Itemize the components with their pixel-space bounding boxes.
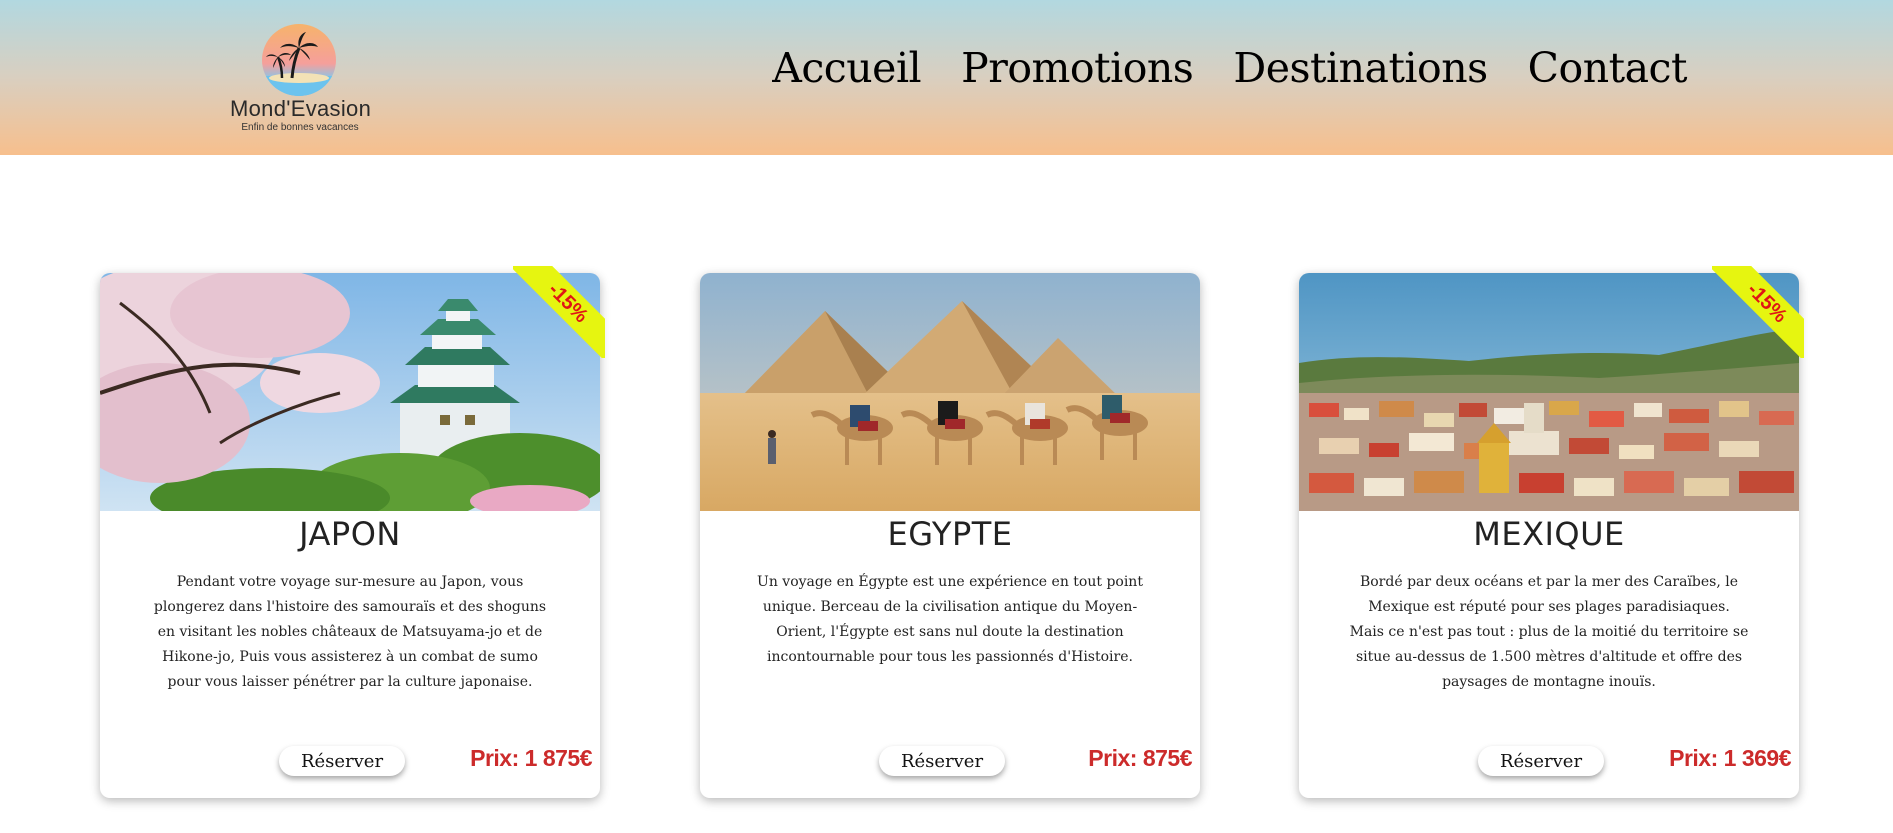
card-title: JAPON bbox=[299, 515, 401, 553]
logo-name: Mond'Evasion bbox=[230, 96, 372, 121]
discount-badge: -15% bbox=[513, 266, 605, 358]
card-price: Prix: 1 875€ bbox=[470, 745, 592, 771]
card-description: Un voyage en Égypte est une expérience e… bbox=[757, 574, 1143, 665]
destination-card-japon: -15% JAPON Pendant votre voyage sur-mesu… bbox=[100, 266, 605, 798]
nav-promotions[interactable]: Promotions bbox=[961, 44, 1194, 92]
card-price: Prix: 875€ bbox=[1088, 745, 1192, 771]
destination-card-mexique: -15% MEXIQUE Bordé par deux océans et pa… bbox=[1299, 266, 1804, 798]
card-description: Pendant votre voyage sur-mesure au Japon… bbox=[153, 574, 547, 690]
discount-ribbon: -15% bbox=[1712, 266, 1804, 358]
reserve-button[interactable]: Réserver bbox=[1478, 746, 1604, 776]
nav-destinations[interactable]: Destinations bbox=[1233, 44, 1488, 92]
egypt-pyramids-photo bbox=[700, 273, 1200, 511]
card-title: MEXIQUE bbox=[1473, 515, 1625, 553]
site-header: Mond'Evasion Enfin de bonnes vacances Ac… bbox=[0, 0, 1893, 155]
card-description: Bordé par deux océans et par la mer des … bbox=[1349, 574, 1749, 690]
logo[interactable]: Mond'Evasion Enfin de bonnes vacances bbox=[230, 22, 372, 137]
discount-badge: -15% bbox=[1712, 266, 1804, 358]
logo-tagline: Enfin de bonnes vacances bbox=[241, 122, 359, 133]
discount-ribbon: -15% bbox=[513, 266, 605, 358]
card-title: EGYPTE bbox=[887, 515, 1013, 553]
palm-tree-icon bbox=[262, 24, 336, 96]
reserve-button[interactable]: Réserver bbox=[879, 746, 1005, 776]
card-price: Prix: 1 369€ bbox=[1669, 745, 1791, 771]
nav-contact[interactable]: Contact bbox=[1528, 44, 1688, 92]
reserve-button[interactable]: Réserver bbox=[279, 746, 405, 776]
nav-accueil[interactable]: Accueil bbox=[772, 44, 921, 92]
main-nav: Accueil Promotions Destinations Contact bbox=[772, 44, 1687, 92]
destination-card-egypte: EGYPTE Un voyage en Égypte est une expér… bbox=[700, 273, 1200, 798]
